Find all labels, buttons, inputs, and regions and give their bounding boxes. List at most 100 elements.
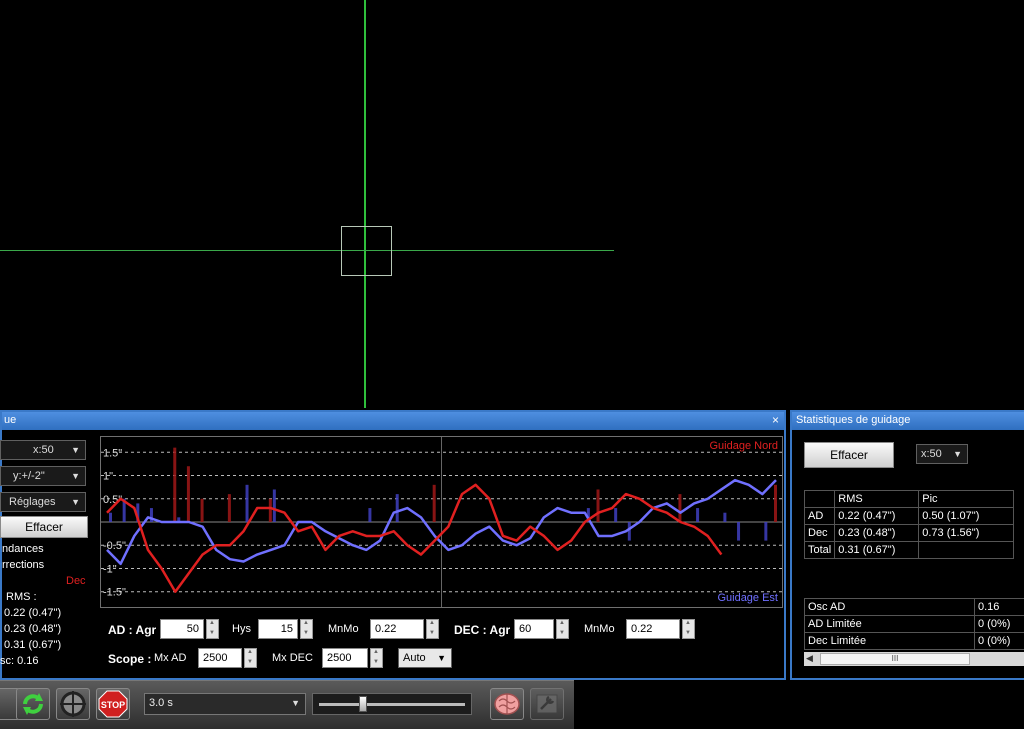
mx-dec-spinner[interactable]	[370, 648, 383, 668]
dec-correction-bar	[173, 448, 176, 522]
chevron-down-icon: ▼	[437, 649, 446, 667]
y-scale-select[interactable]: y:+/-2" ▼	[0, 466, 86, 486]
stop-icon: STOP	[97, 689, 129, 719]
guide-graph-svg: 1.5"1"0.5"-0.5"-1"-1.5"	[101, 437, 782, 607]
ra-correction-bar	[737, 522, 740, 541]
tools-button[interactable]	[530, 688, 564, 720]
dec-mnmo-label: MnMo	[584, 623, 615, 635]
table-row: Osc AD 0.16	[805, 599, 1024, 616]
ra-mnmo-input[interactable]: 0.22	[370, 619, 424, 639]
ra-agr-input[interactable]: 50	[160, 619, 204, 639]
gamma-slider[interactable]	[312, 693, 472, 715]
table-row: Total 0.31 (0.67")	[805, 542, 1014, 559]
table-cell	[919, 542, 1014, 559]
dec-correction-bar	[597, 489, 600, 522]
table-cell: AD	[805, 508, 835, 525]
guide-graph-window: ue × x:50 ▼ y:+/-2" ▼ Réglages ▼ Effacer…	[0, 410, 786, 680]
stop-button[interactable]: STOP	[96, 688, 130, 720]
stats-header-row: RMS Pic	[805, 491, 1014, 508]
dec-mnmo-spinner[interactable]	[682, 619, 695, 639]
ra-correction-bar	[696, 508, 699, 522]
loop-button[interactable]	[16, 688, 50, 720]
dec-correction-bar	[187, 466, 190, 522]
graph-title-bar: ue ×	[2, 412, 784, 430]
mx-ad-label: Mx AD	[154, 652, 186, 664]
stats-x-scale-value: x:50	[921, 448, 942, 460]
ra-correction-bar	[628, 522, 631, 541]
y-scale-value: y:+/-2"	[5, 470, 45, 482]
slider-thumb[interactable]	[359, 696, 367, 712]
corrections-checkbox-label[interactable]: rrections	[2, 559, 44, 571]
dec-agr-input[interactable]: 60	[514, 619, 554, 639]
mx-dec-input[interactable]: 2500	[322, 648, 368, 668]
y-tick-label: 1"	[103, 471, 113, 483]
stats-title-bar: Statistiques de guidage	[792, 412, 1024, 430]
table-cell: 0.23 (0.48")	[835, 525, 919, 542]
stats-extra-list: Osc AD 0.16 AD Limitée 0 (0%) Dec Limité…	[804, 598, 1024, 654]
chevron-left-icon[interactable]: ◀	[806, 653, 813, 664]
hys-spinner[interactable]	[300, 619, 313, 639]
ra-mnmo-spinner[interactable]	[426, 619, 439, 639]
dec-legend: Dec	[66, 575, 86, 587]
stats-x-scale-select[interactable]: x:50 ▼	[916, 444, 968, 464]
stats-header-cell: RMS	[835, 491, 919, 508]
clear-graph-button[interactable]: Effacer	[0, 516, 88, 538]
stats-table: RMS Pic AD 0.22 (0.47") 0.50 (1.07") Dec…	[804, 490, 1014, 559]
table-cell: 0.22 (0.47")	[835, 508, 919, 525]
chevron-down-icon: ▼	[71, 441, 80, 459]
brain-button[interactable]	[490, 688, 524, 720]
slider-track	[319, 703, 465, 706]
dec-agr-spinner[interactable]	[556, 619, 569, 639]
ra-agr-spinner[interactable]	[206, 619, 219, 639]
mx-ad-input[interactable]: 2500	[198, 648, 242, 668]
settings-select[interactable]: Réglages ▼	[0, 492, 86, 512]
ra-correction-bar	[273, 489, 276, 522]
table-cell: Dec	[805, 525, 835, 542]
clear-stats-button[interactable]: Effacer	[804, 442, 894, 468]
hys-label: Hys	[232, 623, 251, 635]
ra-agr-label: AD : Agr	[108, 623, 156, 637]
mx-ad-spinner[interactable]	[244, 648, 257, 668]
scope-label: Scope :	[108, 652, 151, 666]
stats-horizontal-scrollbar[interactable]: ◀ III	[804, 652, 1024, 666]
wrench-icon	[531, 689, 563, 719]
ra-correction-bar	[246, 485, 249, 522]
stats-extra-table: Osc AD 0.16 AD Limitée 0 (0%) Dec Limité…	[804, 598, 1024, 650]
crosshair-vertical	[364, 0, 366, 408]
exposure-select[interactable]: 3.0 s ▼	[144, 693, 306, 715]
guide-button[interactable]	[56, 688, 90, 720]
table-cell: 0 (0%)	[975, 616, 1024, 633]
x-scale-value: x:50	[5, 444, 54, 456]
guide-stats-window: Statistiques de guidage Effacer x:50 ▼ R…	[790, 410, 1024, 680]
mx-dec-label: Mx DEC	[272, 652, 313, 664]
settings-label: Réglages	[5, 496, 55, 508]
ra-correction-bar	[764, 522, 767, 541]
scope-auto-select[interactable]: Auto ▼	[398, 648, 452, 668]
dec-correction-bar	[201, 499, 204, 522]
table-cell: AD Limitée	[805, 616, 975, 633]
table-cell: Total	[805, 542, 835, 559]
table-row: AD 0.22 (0.47") 0.50 (1.07")	[805, 508, 1014, 525]
close-icon[interactable]: ×	[772, 413, 779, 427]
scope-auto-value: Auto	[403, 652, 426, 664]
ra-mnmo-label: MnMo	[328, 623, 359, 635]
dec-mnmo-input[interactable]: 0.22	[626, 619, 680, 639]
scrollbar-thumb[interactable]: III	[820, 653, 970, 665]
hys-input[interactable]: 15	[258, 619, 298, 639]
table-cell: 0 (0%)	[975, 633, 1024, 650]
guide-graph-plot: 1.5"1"0.5"-0.5"-1"-1.5" Guidage Nord Gui…	[100, 436, 783, 608]
trends-checkbox-label[interactable]: ndances	[2, 543, 44, 555]
stats-header-cell	[805, 491, 835, 508]
dec-correction-bar	[774, 485, 777, 522]
chevron-down-icon: ▼	[953, 445, 962, 463]
north-legend: Guidage Nord	[710, 440, 779, 452]
camera-view[interactable]	[0, 0, 1024, 408]
dec-correction-bar	[433, 485, 436, 522]
dec-correction-bar	[269, 499, 272, 522]
table-cell: 0.73 (1.56")	[919, 525, 1014, 542]
graph-title: ue	[4, 414, 16, 426]
x-scale-select[interactable]: x:50 ▼	[0, 440, 86, 460]
table-cell: Dec Limitée	[805, 633, 975, 650]
rms-dec-value: 0.23 (0.48")	[4, 623, 61, 635]
ra-correction-bar	[368, 508, 371, 522]
